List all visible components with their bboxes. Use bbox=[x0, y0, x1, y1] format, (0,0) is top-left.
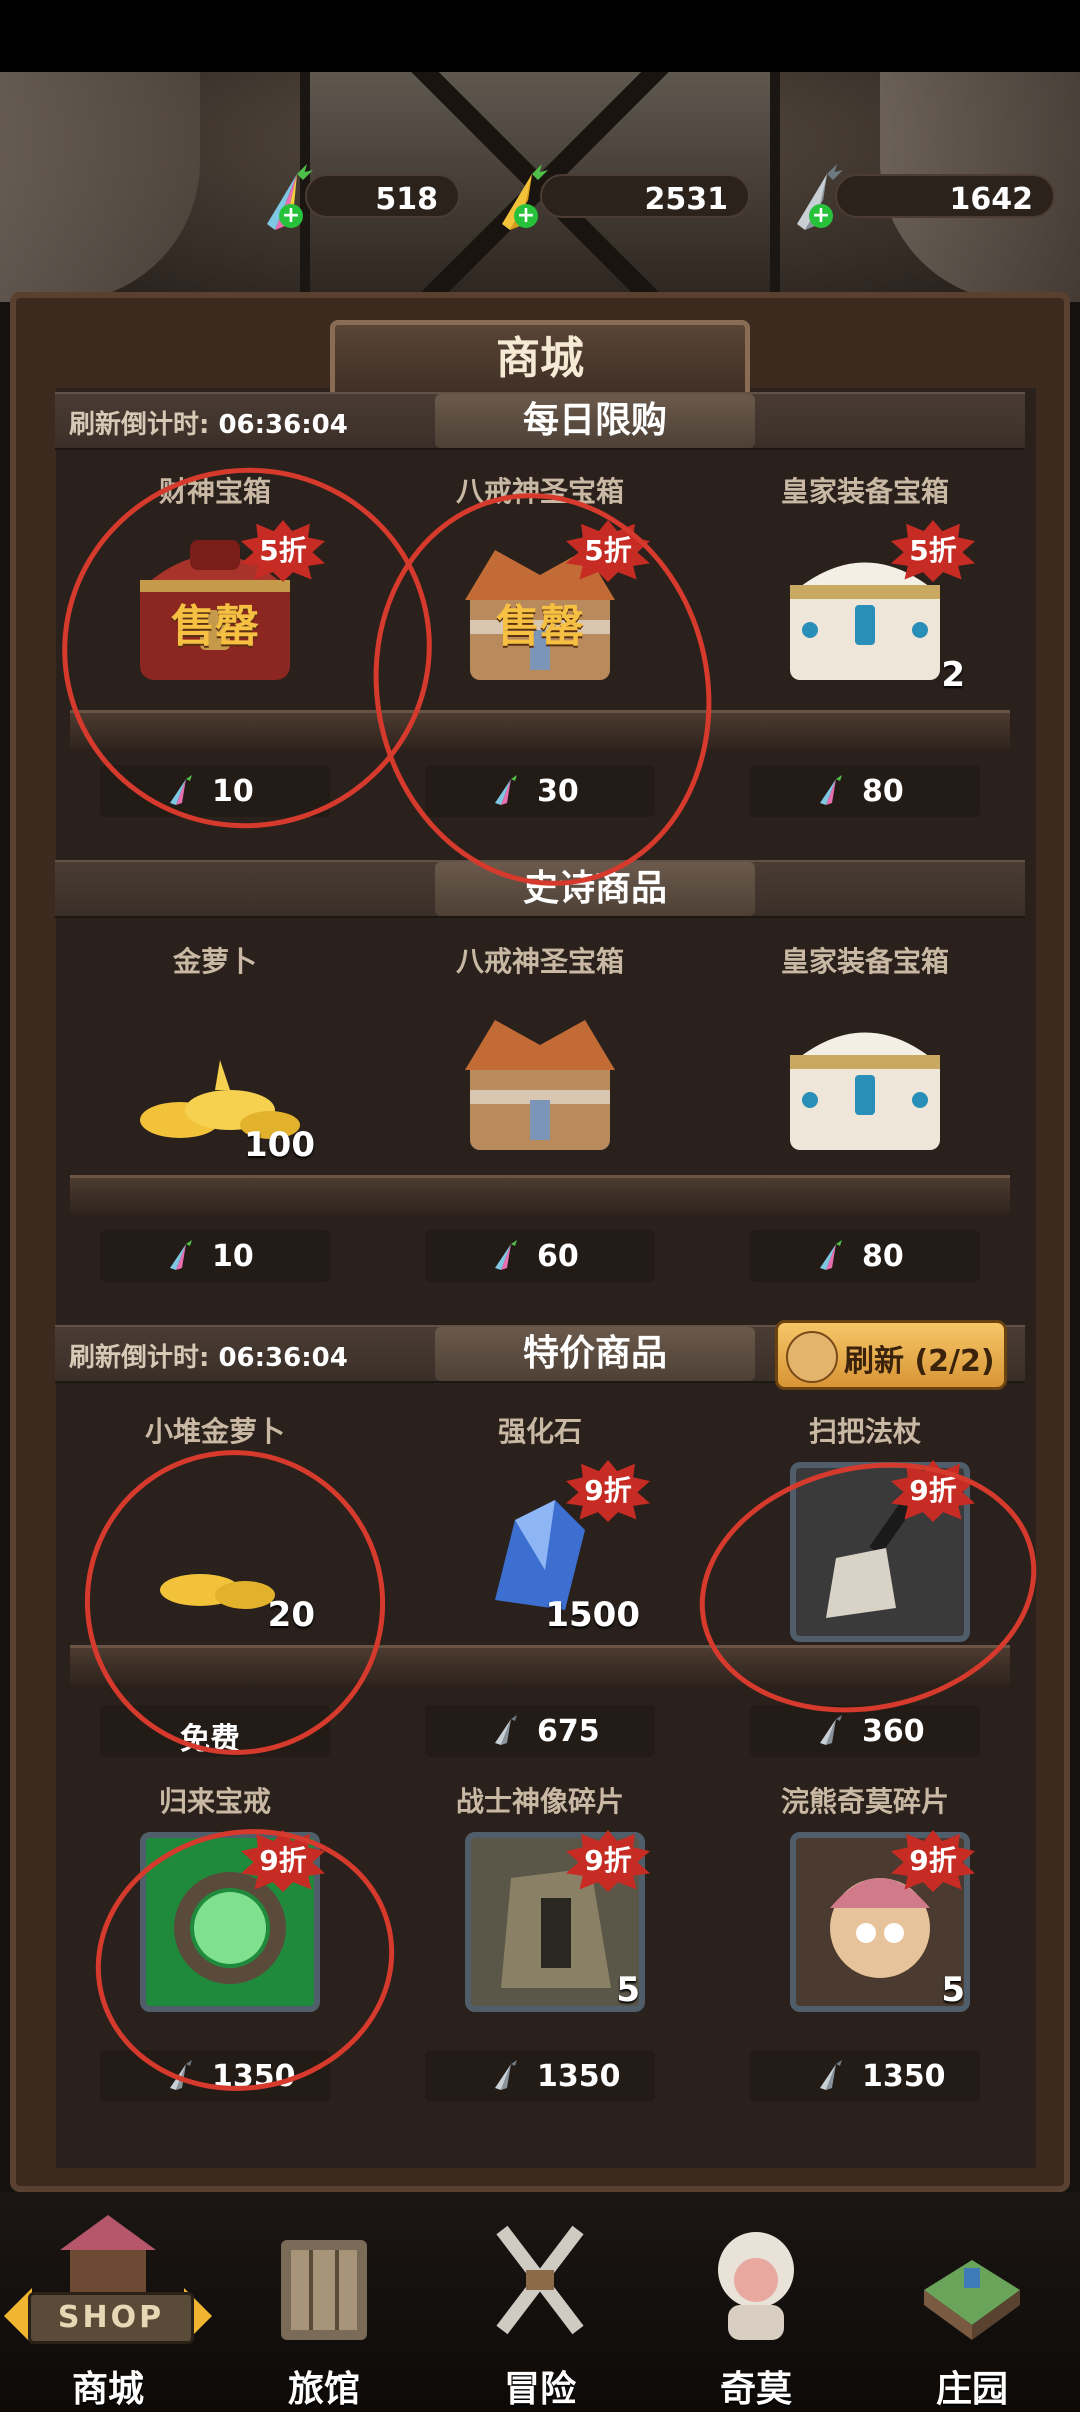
rainbow-carrot-icon bbox=[820, 775, 842, 805]
tab-label: 庄园 bbox=[935, 2369, 1008, 2410]
currency-rainbow[interactable]: 518 + bbox=[245, 160, 460, 230]
price-button[interactable]: 360 bbox=[750, 1705, 980, 1757]
daily-section-title: 每日限购 bbox=[435, 394, 755, 448]
item-quantity: 100 bbox=[244, 1125, 315, 1165]
currency-value: 2531 bbox=[644, 182, 729, 217]
item-quantity: 5 bbox=[616, 1970, 640, 2010]
currency-pill: 2531 bbox=[540, 174, 750, 218]
price-value: 80 bbox=[862, 1239, 904, 1274]
daily-section-header: 刷新倒计时: 06:36:04 每日限购 bbox=[55, 392, 1025, 450]
rainbow-carrot-icon bbox=[820, 1240, 842, 1270]
silver-carrot-icon bbox=[797, 164, 843, 230]
countdown-label: 刷新倒计时: bbox=[69, 410, 210, 440]
silver-carrot-icon bbox=[820, 1715, 842, 1745]
tab-manor[interactable]: 庄园 bbox=[864, 2192, 1080, 2412]
pet-character-icon bbox=[718, 2232, 794, 2340]
silver-carrot-icon bbox=[820, 2060, 842, 2090]
item-name: 皇家装备宝箱 bbox=[780, 475, 949, 508]
tab-adventure[interactable]: 冒险 bbox=[432, 2192, 648, 2412]
countdown-label: 刷新倒计时: bbox=[69, 1343, 210, 1373]
price-button[interactable]: 80 bbox=[750, 765, 980, 817]
royal-chest-icon bbox=[790, 1032, 940, 1150]
item-quantity: 2 bbox=[941, 655, 965, 695]
rainbow-carrot-icon bbox=[495, 1240, 517, 1270]
tab-inn[interactable]: 旅馆 bbox=[216, 2192, 432, 2412]
gold-carrot-icon bbox=[502, 164, 548, 230]
tab-label: 旅馆 bbox=[287, 2369, 360, 2410]
item-name: 八戒神圣宝箱 bbox=[455, 945, 624, 978]
tab-label: 商城 bbox=[71, 2369, 144, 2410]
special-section-title: 特价商品 bbox=[435, 1327, 755, 1381]
special-countdown: 刷新倒计时: 06:36:04 bbox=[69, 1337, 348, 1374]
item-name: 归来宝戒 bbox=[158, 1785, 271, 1818]
item-name: 战士神像碎片 bbox=[455, 1785, 624, 1818]
holy-chest-icon bbox=[465, 1020, 615, 1150]
page-title: 商城 bbox=[330, 320, 750, 400]
currency-silver[interactable]: 1642 + bbox=[775, 160, 1055, 230]
currency-gold[interactable]: 2531 + bbox=[480, 160, 750, 230]
item-name: 浣熊奇莫碎片 bbox=[780, 1785, 949, 1818]
price-button[interactable]: 10 bbox=[100, 1230, 330, 1282]
rainbow-carrot-icon bbox=[170, 1240, 192, 1270]
curtain-left bbox=[0, 72, 200, 302]
add-silver-button[interactable]: + bbox=[809, 204, 833, 228]
tab-pets[interactable]: 奇莫 bbox=[648, 2192, 864, 2412]
item-name: 扫把法杖 bbox=[808, 1415, 921, 1448]
status-bar bbox=[0, 0, 1080, 72]
price-value: 1350 bbox=[862, 2059, 946, 2094]
item-name: 皇家装备宝箱 bbox=[780, 945, 949, 978]
tab-shop[interactable]: SHOP 商城 bbox=[0, 2192, 216, 2412]
countdown-time: 06:36:04 bbox=[218, 1343, 348, 1373]
price-button[interactable]: 80 bbox=[750, 1230, 980, 1282]
countdown-time: 06:36:04 bbox=[218, 410, 348, 440]
item-name: 金萝卜 bbox=[172, 945, 257, 978]
silver-carrot-icon bbox=[495, 1715, 517, 1745]
currency-pill: 518 bbox=[305, 174, 460, 218]
cat-avatar-icon bbox=[786, 1331, 838, 1383]
price-value: 60 bbox=[537, 1239, 579, 1274]
bottom-nav: SHOP 商城 旅馆 冒险 奇莫 庄园 bbox=[0, 2192, 1080, 2412]
price-value: 1350 bbox=[537, 2059, 621, 2094]
currency-value: 518 bbox=[375, 182, 438, 217]
item-quantity: 1500 bbox=[545, 1595, 640, 1635]
item-quantity: 5 bbox=[941, 1970, 965, 2010]
tab-label: 冒险 bbox=[503, 2369, 576, 2410]
price-button[interactable]: 1350 bbox=[750, 2050, 980, 2102]
add-rainbow-button[interactable]: + bbox=[279, 204, 303, 228]
manor-island-icon bbox=[924, 2260, 1020, 2340]
inn-gate-icon bbox=[281, 2240, 367, 2340]
crossed-swords-icon bbox=[496, 2225, 584, 2335]
rainbow-carrot-icon bbox=[267, 164, 313, 230]
refresh-button[interactable]: 刷新 (2/2) bbox=[775, 1320, 1007, 1390]
price-value: 360 bbox=[862, 1714, 925, 1749]
refresh-label: 刷新 (2/2) bbox=[844, 1344, 995, 1379]
price-button[interactable]: 1350 bbox=[425, 2050, 655, 2102]
price-button[interactable]: 675 bbox=[425, 1705, 655, 1757]
price-value: 80 bbox=[862, 774, 904, 809]
item-name: 强化石 bbox=[497, 1415, 582, 1448]
shelf-board bbox=[70, 1175, 1010, 1214]
daily-countdown: 刷新倒计时: 06:36:04 bbox=[69, 404, 348, 441]
price-button[interactable]: 60 bbox=[425, 1230, 655, 1282]
price-value: 10 bbox=[212, 1239, 254, 1274]
currency-value: 1642 bbox=[949, 182, 1034, 217]
item-name: 小堆金萝卜 bbox=[144, 1415, 285, 1448]
shop-sign: SHOP bbox=[28, 2292, 194, 2344]
silver-carrot-icon bbox=[495, 2060, 517, 2090]
currency-pill: 1642 bbox=[835, 174, 1055, 218]
price-value: 675 bbox=[537, 1714, 600, 1749]
tab-label: 奇莫 bbox=[719, 2369, 792, 2410]
add-gold-button[interactable]: + bbox=[514, 204, 538, 228]
